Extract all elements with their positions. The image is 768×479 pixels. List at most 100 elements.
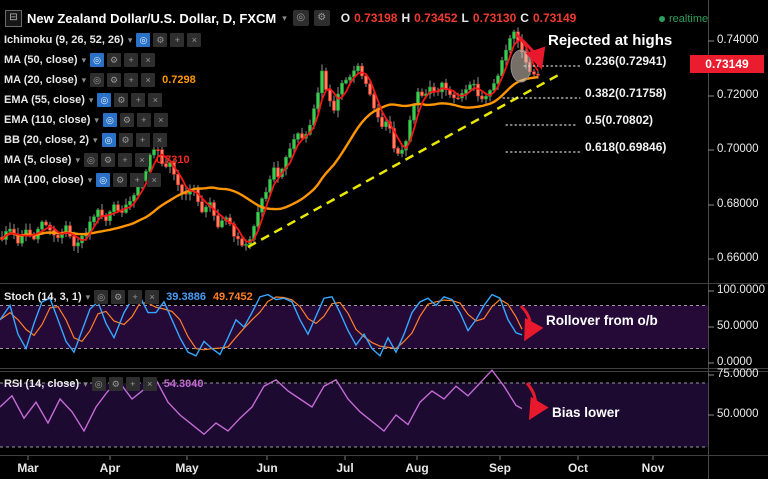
chevron-down-icon[interactable]: ▾ [92,135,99,146]
indicator-label-bb-20-close-2[interactable]: BB (20, close, 2) [4,134,89,146]
indicator-label-stoch-14-3-1[interactable]: Stoch (14, 3, 1) [4,291,82,303]
settings-icon[interactable]: ⚙ [107,73,122,87]
last-price-badge: 0.73149 [690,55,764,73]
time-axis-month-mar: Mar [17,461,39,475]
close-icon[interactable]: × [187,33,202,47]
indicator-label-ema-55-close[interactable]: EMA (55, close) [4,94,85,106]
close-icon[interactable]: × [145,290,160,304]
add-icon[interactable]: + [124,73,139,87]
highlight-ellipse[interactable] [510,49,532,83]
chevron-down-icon[interactable]: ▾ [93,115,100,126]
indicator-label-ma-100-close[interactable]: MA (100, close) [4,174,84,186]
price-tick-0.66000: 0.66000 [717,252,759,264]
eye-icon[interactable]: ◎ [90,73,105,87]
eye-icon[interactable]: ◎ [91,377,106,391]
indicator-value: 0.7298 [162,74,196,86]
eye-icon[interactable]: ◎ [136,33,151,47]
close-icon[interactable]: × [134,153,149,167]
indicator-row-bb-20-close-2: BB (20, close, 2) ▾ ◎ ⚙ + × [4,131,167,149]
eye-icon[interactable]: ◎ [96,173,111,187]
chevron-down-icon[interactable]: ▾ [88,95,95,106]
settings-icon[interactable]: ⚙ [118,133,133,147]
eye-icon[interactable]: ◎ [94,290,109,304]
chevron-down-icon[interactable]: ▾ [82,379,89,390]
indicator-value: 0.7310 [155,154,190,166]
settings-icon[interactable]: ⚙ [107,53,122,67]
add-icon[interactable]: + [131,93,146,107]
annotation-bias-lower: Bias lower [552,405,620,420]
eye-icon[interactable]: ◎ [97,93,112,107]
add-icon[interactable]: + [117,153,132,167]
chevron-down-icon[interactable]: ▾ [81,55,88,66]
settings-icon[interactable]: ⚙ [114,93,129,107]
indicator-row-ichimoku-9-26-52-26: Ichimoku (9, 26, 52, 26) ▾ ◎ ⚙ + × [4,31,202,49]
ohlc-value-o: 0.73198 [354,11,398,25]
ohlc-value-h: 0.73452 [414,11,458,25]
settings-icon[interactable]: ⚙ [111,290,126,304]
chevron-down-icon[interactable]: ▾ [281,13,288,24]
settings-icon[interactable]: ⚙ [108,377,123,391]
add-icon[interactable]: + [136,113,151,127]
settings-icon[interactable]: ⚙ [100,153,115,167]
close-icon[interactable]: × [152,133,167,147]
add-icon[interactable]: + [135,133,150,147]
stoch-tick-0.0000: 0.0000 [717,356,753,368]
chevron-down-icon[interactable]: ▾ [127,35,134,46]
close-icon[interactable]: × [142,377,157,391]
realtime-status: realtime [659,13,708,25]
close-icon[interactable]: × [141,53,156,67]
time-axis-month-nov: Nov [641,461,665,475]
add-icon[interactable]: + [124,53,139,67]
chart-settings-icon[interactable]: ⚙ [313,10,330,26]
indicator-label-ema-110-close[interactable]: EMA (110, close) [4,114,90,126]
ohlc-letter-o: O [340,11,351,25]
indicator-value: 39.3886 [166,291,206,303]
close-icon[interactable]: × [153,113,168,127]
indicator-label-ichimoku-9-26-52-26[interactable]: Ichimoku (9, 26, 52, 26) [4,34,124,46]
add-icon[interactable]: + [130,173,145,187]
settings-icon[interactable]: ⚙ [119,113,134,127]
eye-icon[interactable]: ◎ [101,133,116,147]
indicator-label-ma-20-close[interactable]: MA (20, close) [4,74,78,86]
time-axis-month-jul: Jul [336,461,354,475]
time-axis-month-apr: Apr [99,461,121,475]
add-icon[interactable]: + [170,33,185,47]
indicator-label-rsi-14-close[interactable]: RSI (14, close) [4,378,79,390]
settings-icon[interactable]: ⚙ [113,173,128,187]
chart-header: ⊟ New Zealand Dollar/U.S. Dollar, D, FXC… [5,9,576,27]
indicator-row-ema-55-close: EMA (55, close) ▾ ◎ ⚙ + × [4,91,163,109]
time-axis-month-aug: Aug [405,461,429,475]
eye-icon[interactable]: ◎ [102,113,117,127]
indicator-row-ma-100-close: MA (100, close) ▾ ◎ ⚙ + × [4,171,162,189]
price-tick-0.72000: 0.72000 [717,89,759,101]
toggle-visibility-icon[interactable]: ◎ [292,10,309,26]
indicator-label-ma-5-close[interactable]: MA (5, close) [4,154,71,166]
trendline[interactable] [247,71,563,249]
symbol-title[interactable]: New Zealand Dollar/U.S. Dollar, D, FXCM [27,11,276,26]
rsi-tick-50.0000: 50.0000 [717,408,759,420]
indicator-row-ma-50-close: MA (50, close) ▾ ◎ ⚙ + × [4,51,156,69]
fib-label-0-5-0-70802: 0.5(0.70802) [585,113,654,127]
add-icon[interactable]: + [128,290,143,304]
indicator-value: 54.3040 [163,378,204,390]
ohlc-readout: O 0.73198 H 0.73452 L 0.73130 C 0.73149 [341,11,577,25]
eye-icon[interactable]: ◎ [90,53,105,67]
chevron-down-icon[interactable]: ▾ [74,155,81,166]
settings-icon[interactable]: ⚙ [153,33,168,47]
stoch-tick-50.0000: 50.0000 [717,320,759,332]
time-axis-month-oct: Oct [567,461,589,475]
close-icon[interactable]: × [147,173,162,187]
indicator-row-stoch-14-3-1: Stoch (14, 3, 1) ▾ ◎ ⚙ + × 39.3886 49.7452 [4,288,253,306]
chevron-down-icon[interactable]: ▾ [81,75,88,86]
add-icon[interactable]: + [125,377,140,391]
chevron-down-icon[interactable]: ▾ [87,175,94,186]
collapse-chart-icon[interactable]: ⊟ [5,9,22,27]
price-tick-0.68000: 0.68000 [717,198,759,210]
indicator-label-ma-50-close[interactable]: MA (50, close) [4,54,78,66]
chevron-down-icon[interactable]: ▾ [85,292,92,303]
close-icon[interactable]: × [148,93,163,107]
eye-icon[interactable]: ◎ [83,153,98,167]
close-icon[interactable]: × [141,73,156,87]
fib-label-0-236-0-72941: 0.236(0.72941) [585,54,667,68]
time-axis-month-may: May [175,461,199,475]
